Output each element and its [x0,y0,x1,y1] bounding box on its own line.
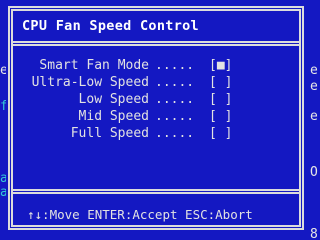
background-text: e [0,64,6,78]
background-text: 8 [310,228,318,240]
option-dots: ..... [155,109,195,124]
background-text: O [310,166,318,180]
key-help-bar: ↑↓:Move ENTER:Accept ESC:Abort [27,207,253,222]
option-label: Smart Fan Mode [39,58,149,73]
option-checkbox[interactable]: [ ] [209,74,232,91]
option-dots: ..... [155,75,195,90]
dialog-title: CPU Fan Speed Control [22,18,199,34]
option-checkbox[interactable]: [■] [209,57,232,74]
option-dots: ..... [155,58,195,73]
option-label: Full Speed [70,126,149,141]
background-text: a [0,186,6,200]
option-dots: ..... [155,92,195,107]
help-divider [13,189,299,194]
option-checkbox[interactable]: [ ] [209,125,232,142]
background-text: e [310,110,318,124]
background-text: e [310,64,318,78]
option-label: Low Speed [78,92,149,107]
option-ultra-low-speed[interactable]: Ultra-Low Speed ..... [ ] [13,74,299,91]
option-checkbox[interactable]: [ ] [209,108,232,125]
background-text: a [0,172,6,186]
option-label: Mid Speed [78,109,149,124]
option-checkbox[interactable]: [ ] [209,91,232,108]
background-text: e [310,80,318,94]
option-low-speed[interactable]: Low Speed ..... [ ] [13,91,299,108]
option-dots: ..... [155,126,195,141]
fan-speed-dialog: CPU Fan Speed Control Smart Fan Mode ...… [8,6,304,230]
option-label: Ultra-Low Speed [31,75,149,90]
option-smart-fan-mode[interactable]: Smart Fan Mode ..... [■] [13,57,299,74]
background-text: f [0,100,6,114]
option-full-speed[interactable]: Full Speed ..... [ ] [13,125,299,142]
option-mid-speed[interactable]: Mid Speed ..... [ ] [13,108,299,125]
bios-screen: e f a a e e e O 8 CPU Fan Speed Control … [0,0,320,240]
title-divider [13,41,299,46]
